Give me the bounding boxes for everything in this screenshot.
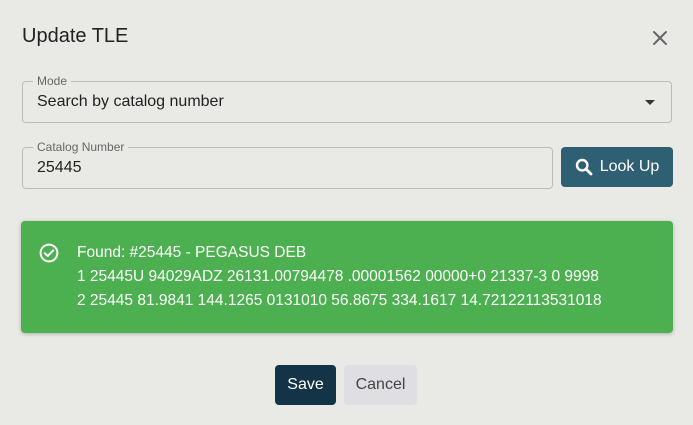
tle-line-1: 1 25445U 94029ADZ 26131.00794478 .000015… bbox=[77, 268, 599, 285]
search-icon bbox=[575, 158, 593, 176]
look-up-button[interactable]: Look Up bbox=[561, 147, 673, 187]
result-alert: Found: #25445 - PEGASUS DEB 1 25445U 940… bbox=[21, 221, 673, 333]
cancel-button[interactable]: Cancel bbox=[344, 365, 417, 405]
close-icon bbox=[653, 31, 667, 45]
catalog-number-input[interactable] bbox=[37, 159, 537, 177]
result-found-line: Found: #25445 - PEGASUS DEB bbox=[77, 244, 307, 261]
result-text: Found: #25445 - PEGASUS DEB 1 25445U 940… bbox=[77, 241, 602, 313]
tle-line-2: 2 25445 81.9841 144.1265 0131010 56.8675… bbox=[77, 292, 602, 309]
mode-value: Search by catalog number bbox=[37, 93, 224, 110]
close-button[interactable] bbox=[646, 24, 674, 52]
look-up-label: Look Up bbox=[599, 158, 660, 175]
catalog-number-label: Catalog Number bbox=[33, 140, 129, 154]
catalog-number-field[interactable]: Catalog Number bbox=[22, 140, 553, 189]
dialog-title: Update TLE bbox=[22, 25, 129, 47]
chevron-down-icon bbox=[645, 100, 655, 105]
mode-label: Mode bbox=[33, 74, 72, 88]
check-circle-icon bbox=[39, 243, 59, 263]
update-tle-dialog: Update TLE Mode Search by catalog number… bbox=[0, 0, 693, 425]
save-button[interactable]: Save bbox=[275, 365, 336, 405]
mode-select[interactable]: Mode Search by catalog number bbox=[22, 74, 672, 123]
